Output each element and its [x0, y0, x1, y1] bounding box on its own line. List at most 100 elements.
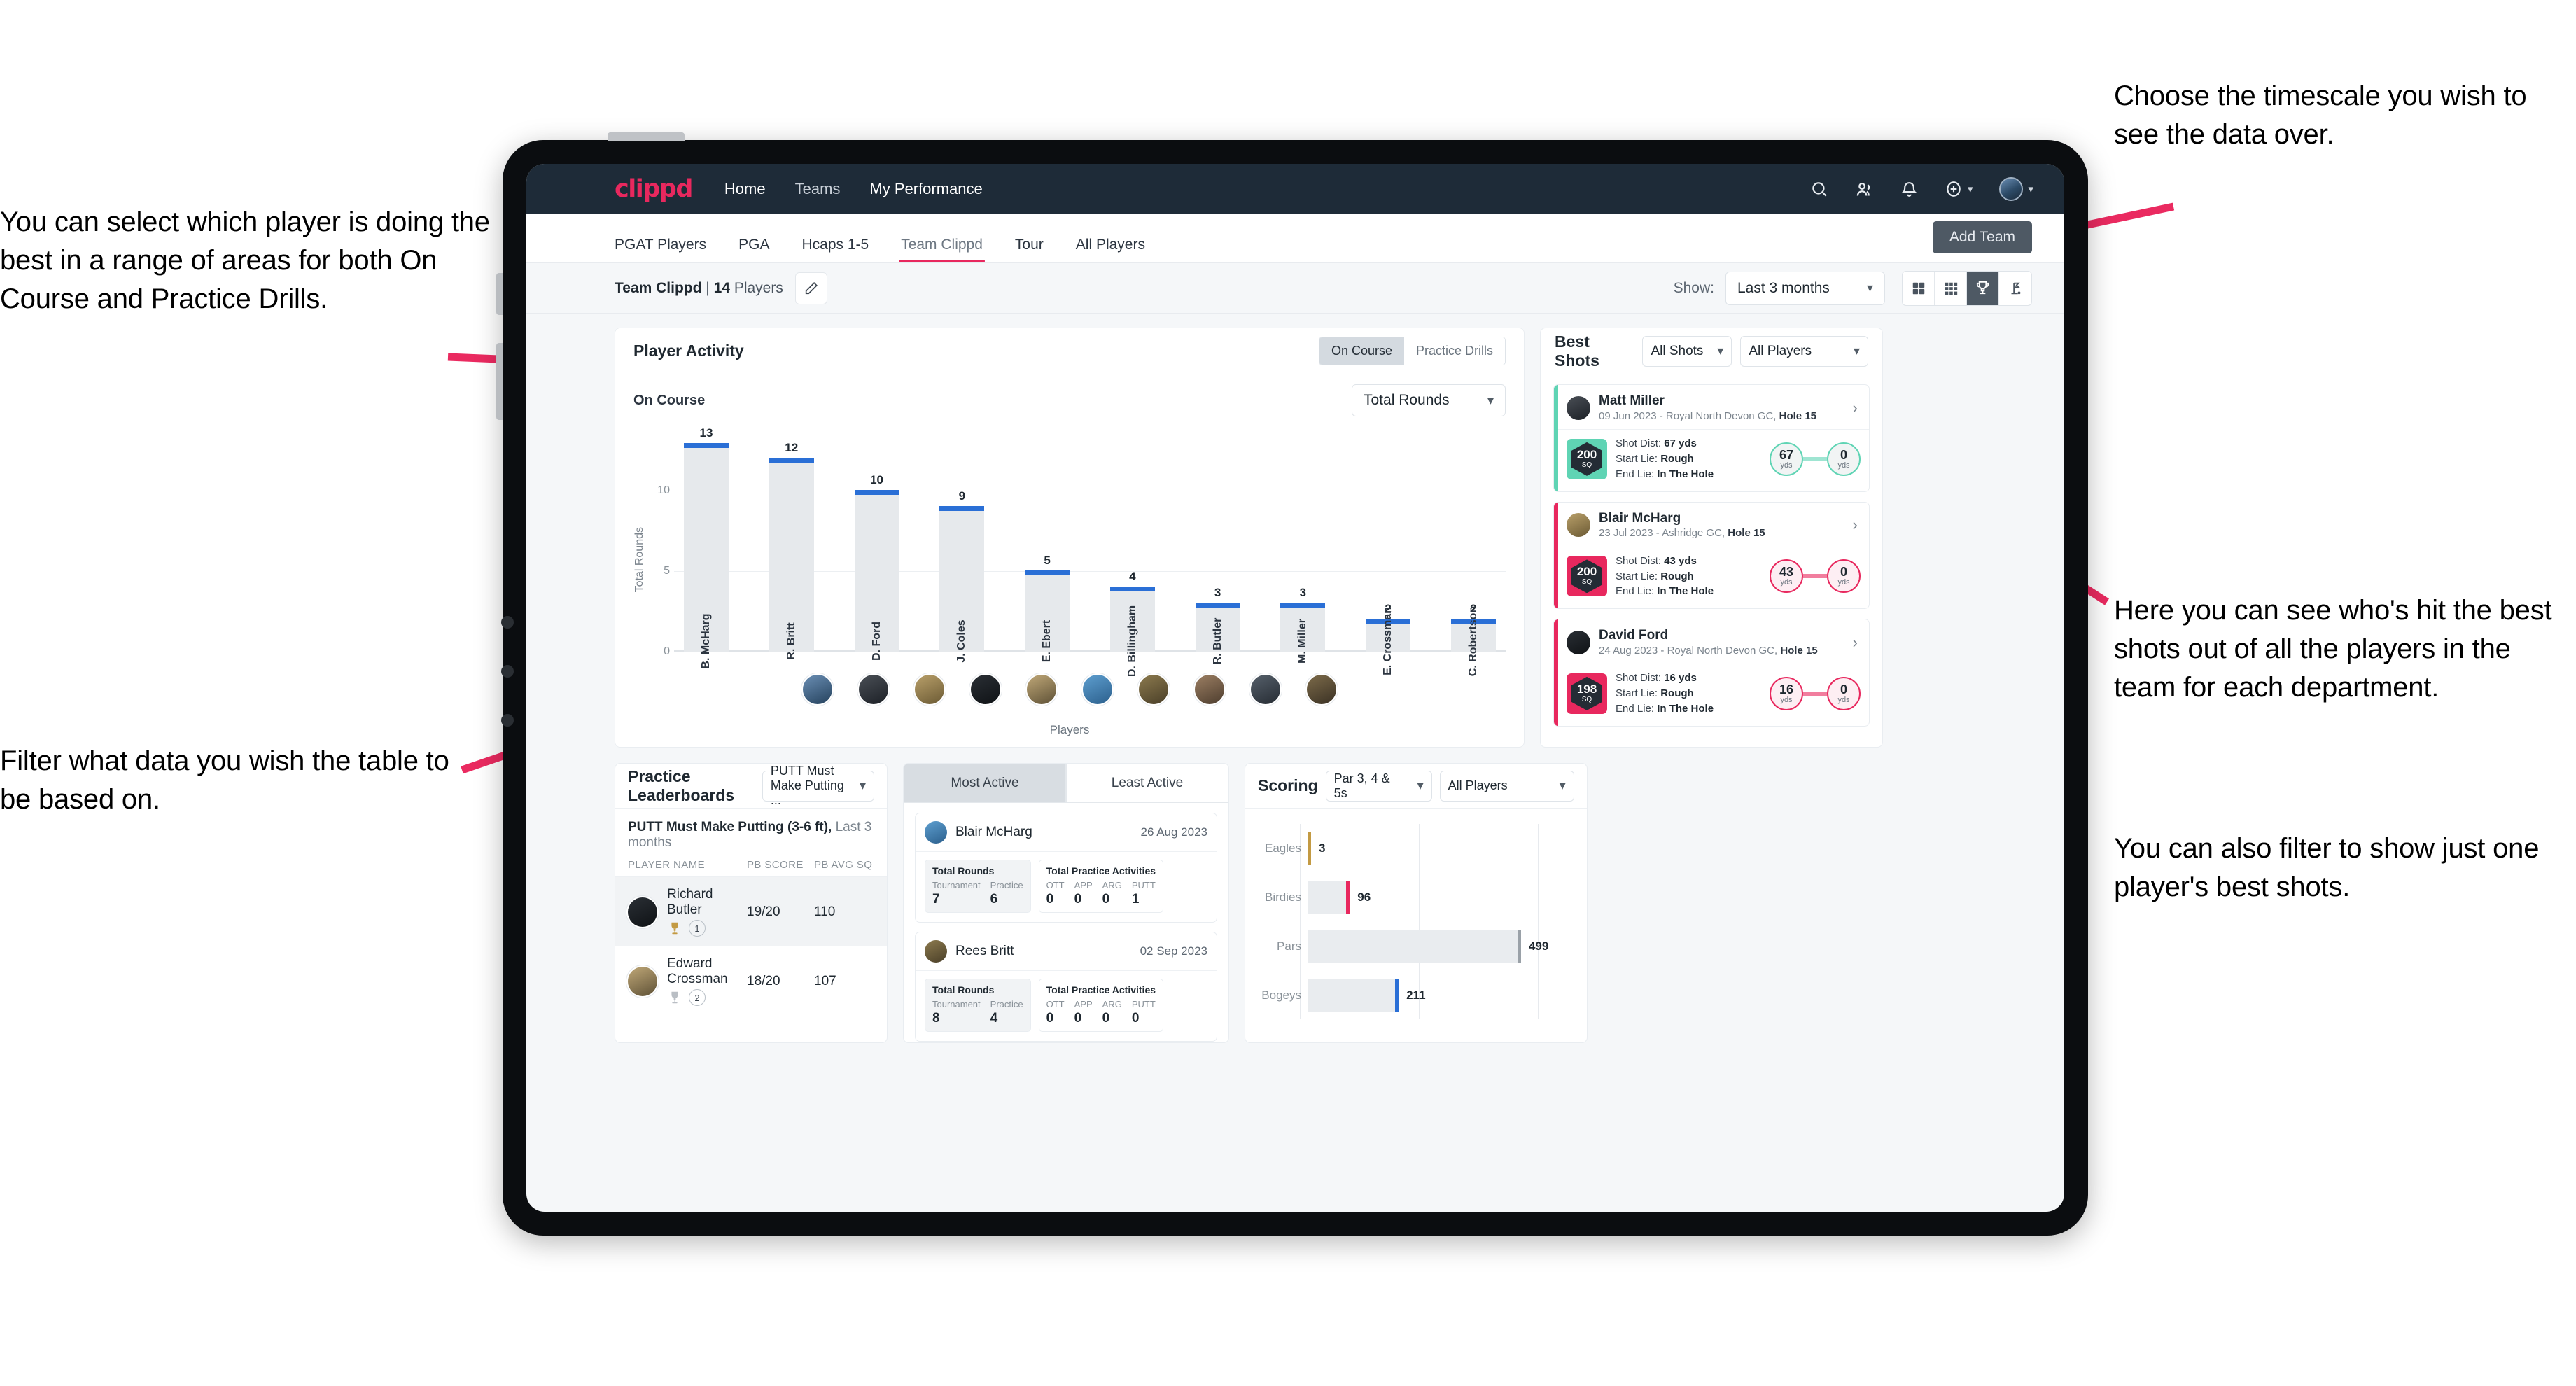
scoring-value: 499 [1528, 939, 1549, 953]
player-avatar[interactable] [858, 673, 890, 706]
add-team-button[interactable]: Add Team [1932, 221, 2032, 253]
player-avatar [1567, 396, 1590, 420]
tab-pga[interactable]: PGA [738, 237, 769, 262]
scoring-row[interactable]: Bogeys 211 [1261, 971, 1572, 1020]
player-name: Blair McHarg [1599, 510, 1681, 526]
chevron-down-icon: ▾ [2028, 183, 2033, 195]
tab-pgat-players[interactable]: PGAT Players [615, 237, 706, 262]
player-avatar[interactable] [969, 673, 1002, 706]
bell-icon[interactable] [1900, 181, 1918, 198]
view-trophy-button[interactable] [1967, 271, 1999, 305]
bar-column[interactable]: 5 E. Ebert [1025, 426, 1070, 662]
show-label: Show: [1673, 279, 1714, 296]
search-icon[interactable] [1810, 180, 1828, 198]
activity-card: Most Active Least Active Blair McHarg 26… [903, 763, 1229, 1043]
bar-value: 3 [1299, 586, 1307, 599]
timescale-select[interactable]: Last 3 months ▾ [1726, 271, 1885, 305]
scoring-row[interactable]: Birdies 96 [1261, 873, 1572, 922]
annotation-right-middle: Here you can see who's hit the best shot… [2114, 595, 2552, 704]
column-pb-score: PB SCORE [747, 859, 804, 871]
leaderboard-row[interactable]: Richard Butler 1 19/20 110 [615, 877, 887, 946]
stat-key: APP [1074, 999, 1093, 1009]
bar-column[interactable]: 4 D. Billingham [1110, 426, 1155, 677]
par-filter-select[interactable]: Par 3, 4 & 5s ▾ [1325, 770, 1432, 802]
activity-player-card[interactable]: Blair McHarg 26 Aug 2023 Total Rounds To… [915, 813, 1217, 923]
screenshot-root: You can select which player is doing the… [0, 0, 2576, 1386]
bar-column[interactable]: 2 C. Robertson [1450, 426, 1496, 676]
bar-column[interactable]: 10 D. Ford [854, 426, 899, 661]
activity-date: 02 Sep 2023 [1140, 944, 1208, 958]
tab-team-clippd[interactable]: Team Clippd [899, 237, 985, 262]
player-name: David Ford [1599, 628, 1669, 643]
player-avatar[interactable] [913, 673, 946, 706]
view-grid-9-button[interactable] [1935, 271, 1967, 305]
player-avatar[interactable] [1250, 673, 1282, 706]
bar-column[interactable]: 3 R. Butler [1195, 426, 1240, 664]
view-golf-flag-button[interactable] [1999, 272, 2031, 305]
shot-quality-badge: 198 SQ [1567, 673, 1607, 714]
tab-hcaps-1-5[interactable]: Hcaps 1-5 [802, 237, 869, 262]
scoring-player-select[interactable]: All Players ▾ [1439, 770, 1574, 802]
drill-subtitle: PUTT Must Make Putting (3-6 ft), Last 3 … [615, 808, 887, 859]
top-navigation-bar: clippd Home Teams My Performance ▾ ▾ [526, 164, 2064, 214]
bar-column[interactable]: 12 R. Britt [769, 426, 814, 660]
bar-value: 10 [870, 473, 883, 486]
edit-team-button[interactable] [794, 272, 827, 304]
bar-value: 12 [785, 441, 799, 454]
player-avatar[interactable] [1026, 673, 1058, 706]
tab-tour[interactable]: Tour [1015, 237, 1044, 262]
player-avatar[interactable] [1306, 673, 1338, 706]
best-shot-card[interactable]: Blair McHarg 23 Jul 2023 - Ashridge GC, … [1553, 501, 1870, 609]
bar-column[interactable]: 9 J. Coles [939, 426, 985, 663]
segment-practice-drills[interactable]: Practice Drills [1404, 337, 1505, 365]
practice-leaderboards-header: Practice Leaderboards PUTT Must Make Put… [615, 764, 887, 808]
nav-link-home[interactable]: Home [724, 180, 766, 198]
tab-most-active[interactable]: Most Active [904, 764, 1066, 803]
tab-all-players[interactable]: All Players [1076, 237, 1145, 262]
scoring-category: Birdies [1265, 890, 1301, 904]
nav-link-my-performance[interactable]: My Performance [869, 180, 982, 198]
scoring-row[interactable]: Eagles 3 [1261, 824, 1572, 873]
player-avatar[interactable] [1082, 673, 1114, 706]
activity-player-card[interactable]: Rees Britt 02 Sep 2023 Total Rounds Tour… [915, 932, 1217, 1042]
stat-key: Practice [990, 999, 1023, 1009]
bar-label: E. Ebert [1041, 620, 1054, 663]
shot-type-value: All Shots [1651, 343, 1704, 358]
player-avatar[interactable] [1194, 673, 1226, 706]
chevron-right-icon[interactable]: › [1853, 516, 1861, 534]
stat-cell: APP 0 [1074, 999, 1093, 1026]
player-avatar[interactable] [1138, 673, 1170, 706]
end-lie: End Lie: In The Hole [1616, 468, 1714, 480]
side-buttons [501, 616, 515, 763]
scoring-row[interactable]: Pars 499 [1261, 922, 1572, 971]
tab-least-active[interactable]: Least Active [1066, 764, 1228, 803]
chevron-right-icon[interactable]: › [1853, 634, 1861, 652]
activity-bar-chart: Total Rounds 0 5 10 13 B. McHarg 12 R. Britt 1… [615, 426, 1524, 677]
nav-link-teams[interactable]: Teams [795, 180, 841, 198]
metric-select[interactable]: Total Rounds ▾ [1352, 384, 1506, 416]
plus-circle-icon[interactable]: ▾ [1945, 180, 1973, 198]
shot-type-select[interactable]: All Shots ▾ [1642, 335, 1732, 367]
people-icon[interactable] [1855, 180, 1874, 199]
stat-key: Tournament [932, 999, 981, 1009]
user-menu[interactable]: ▾ [1999, 177, 2033, 201]
best-shot-card[interactable]: David Ford 24 Aug 2023 - Royal North Dev… [1553, 619, 1870, 727]
best-shot-card[interactable]: Matt Miller 09 Jun 2023 - Royal North De… [1553, 384, 1870, 492]
clippd-logo[interactable]: clippd [615, 175, 693, 203]
chevron-right-icon[interactable]: › [1853, 399, 1861, 417]
best-shots-player-select[interactable]: All Players ▾ [1740, 335, 1868, 367]
leaderboard-row[interactable]: Edward Crossman 2 18/20 107 [615, 946, 887, 1016]
drill-select[interactable]: PUTT Must Make Putting ... ▾ [762, 764, 874, 807]
bar-column[interactable]: 2 E. Crossman [1366, 426, 1411, 676]
player-avatar[interactable] [802, 673, 834, 706]
bar-column[interactable]: 13 B. McHarg [684, 426, 729, 669]
best-shots-header: Best Shots All Shots ▾ All Players ▾ [1541, 328, 1882, 374]
view-grid-4-button[interactable] [1903, 271, 1935, 305]
scoring-value: 211 [1406, 988, 1426, 1002]
start-lie: Start Lie: Rough [1616, 453, 1694, 465]
start-lie: Start Lie: Rough [1616, 687, 1694, 699]
end-distance: 0 yds [1827, 676, 1861, 710]
segment-on-course[interactable]: On Course [1319, 337, 1404, 365]
scoring-bar [1308, 881, 1350, 913]
bar-column[interactable]: 3 M. Miller [1280, 426, 1326, 664]
